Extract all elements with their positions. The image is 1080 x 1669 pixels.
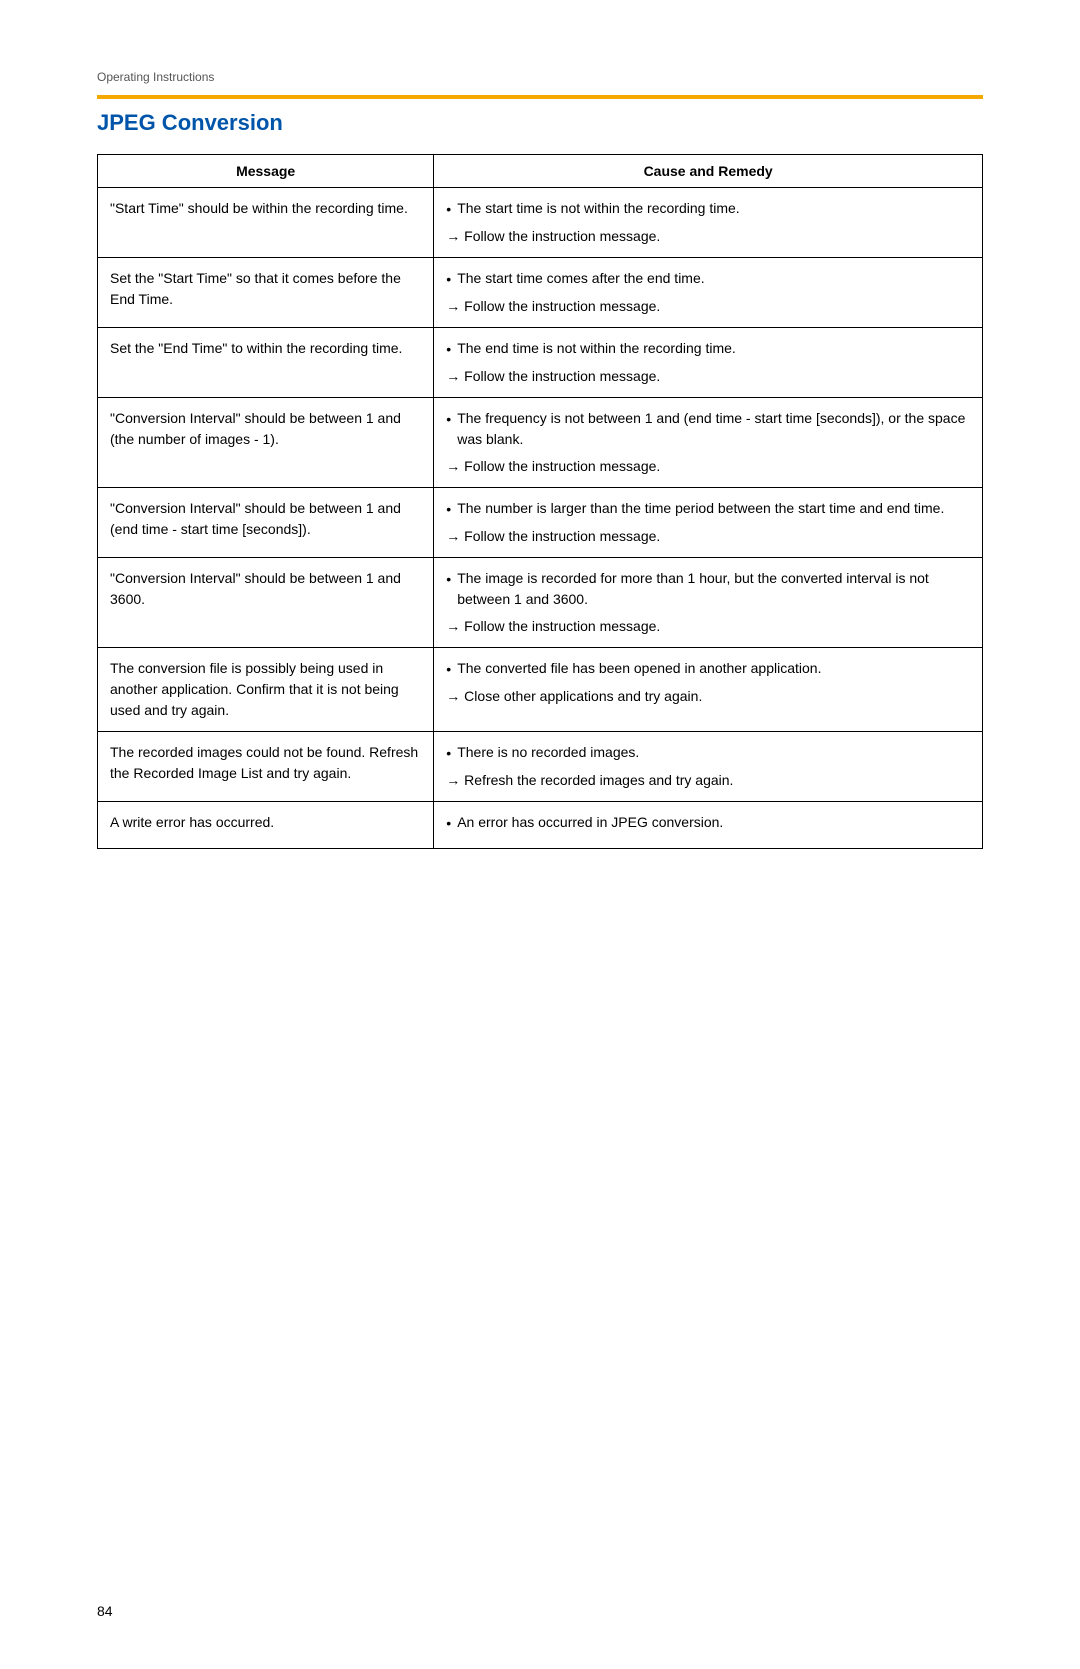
arrow-remedy: → Follow the instruction message. (446, 296, 970, 317)
bullet-symbol: • (446, 269, 451, 290)
page-title: JPEG Conversion (97, 110, 983, 136)
arrow-remedy: → Close other applications and try again… (446, 686, 970, 707)
bullet-symbol: • (446, 813, 451, 834)
arrow-remedy: → Follow the instruction message. (446, 616, 970, 637)
cause-cell: • The image is recorded for more than 1 h… (434, 558, 983, 648)
bullet-cause: • There is no recorded images. (446, 742, 970, 764)
cause-text: The start time comes after the end time. (457, 268, 704, 289)
message-cell: The recorded images could not be found. … (98, 732, 434, 802)
bullet-cause: • The start time is not within the record… (446, 198, 970, 220)
bullet-symbol: • (446, 199, 451, 220)
message-cell: The conversion file is possibly being us… (98, 648, 434, 732)
arrow-remedy: → Follow the instruction message. (446, 366, 970, 387)
message-cell: "Conversion Interval" should be between … (98, 488, 434, 558)
table-row: A write error has occurred. • An error has… (98, 802, 983, 849)
bullet-cause: • An error has occurred in JPEG conversio… (446, 812, 970, 834)
jpeg-conversion-table: Message Cause and Remedy "Start Time" sh… (97, 154, 983, 849)
table-row: "Start Time" should be within the record… (98, 188, 983, 258)
message-cell: "Conversion Interval" should be between … (98, 398, 434, 488)
bullet-symbol: • (446, 743, 451, 764)
cause-cell: • The frequency is not between 1 and (end… (434, 398, 983, 488)
cause-text: The image is recorded for more than 1 ho… (457, 568, 970, 610)
bullet-symbol: • (446, 569, 451, 590)
cause-cell: • The start time comes after the end time… (434, 258, 983, 328)
arrow-remedy: → Refresh the recorded images and try ag… (446, 770, 970, 791)
bullet-cause: • The converted file has been opened in a… (446, 658, 970, 680)
bullet-symbol: • (446, 409, 451, 430)
top-bar-decoration (97, 95, 983, 99)
breadcrumb: Operating Instructions (97, 70, 214, 84)
cause-text: There is no recorded images. (457, 742, 639, 763)
cause-cell: • The start time is not within the record… (434, 188, 983, 258)
arrow-remedy: → Follow the instruction message. (446, 456, 970, 477)
cause-cell: • The number is larger than the time peri… (434, 488, 983, 558)
cause-cell: • There is no recorded images. → Refresh t… (434, 732, 983, 802)
cause-cell: • An error has occurred in JPEG conversio… (434, 802, 983, 849)
table-row: "Conversion Interval" should be between … (98, 398, 983, 488)
cause-text: The number is larger than the time perio… (457, 498, 944, 519)
table-row: The recorded images could not be found. … (98, 732, 983, 802)
table-row: Set the "Start Time" so that it comes be… (98, 258, 983, 328)
col-header-cause: Cause and Remedy (434, 155, 983, 188)
bullet-cause: • The number is larger than the time peri… (446, 498, 970, 520)
bullet-cause: • The frequency is not between 1 and (end… (446, 408, 970, 450)
bullet-symbol: • (446, 659, 451, 680)
bullet-cause: • The end time is not within the recordin… (446, 338, 970, 360)
table-row: Set the "End Time" to within the recordi… (98, 328, 983, 398)
cause-text: The start time is not within the recordi… (457, 198, 739, 219)
cause-text: The converted file has been opened in an… (457, 658, 821, 679)
table-row: "Conversion Interval" should be between … (98, 558, 983, 648)
bullet-symbol: • (446, 499, 451, 520)
table-row: The conversion file is possibly being us… (98, 648, 983, 732)
cause-cell: • The converted file has been opened in a… (434, 648, 983, 732)
cause-cell: • The end time is not within the recordin… (434, 328, 983, 398)
message-cell: "Conversion Interval" should be between … (98, 558, 434, 648)
arrow-remedy: → Follow the instruction message. (446, 226, 970, 247)
page-number: 84 (97, 1603, 113, 1619)
message-cell: Set the "End Time" to within the recordi… (98, 328, 434, 398)
message-cell: A write error has occurred. (98, 802, 434, 849)
col-header-message: Message (98, 155, 434, 188)
bullet-symbol: • (446, 339, 451, 360)
arrow-remedy: → Follow the instruction message. (446, 526, 970, 547)
message-cell: "Start Time" should be within the record… (98, 188, 434, 258)
cause-text: The frequency is not between 1 and (end … (457, 408, 970, 450)
cause-text: An error has occurred in JPEG conversion… (457, 812, 723, 833)
table-row: "Conversion Interval" should be between … (98, 488, 983, 558)
bullet-cause: • The start time comes after the end time… (446, 268, 970, 290)
message-cell: Set the "Start Time" so that it comes be… (98, 258, 434, 328)
bullet-cause: • The image is recorded for more than 1 h… (446, 568, 970, 610)
cause-text: The end time is not within the recording… (457, 338, 736, 359)
